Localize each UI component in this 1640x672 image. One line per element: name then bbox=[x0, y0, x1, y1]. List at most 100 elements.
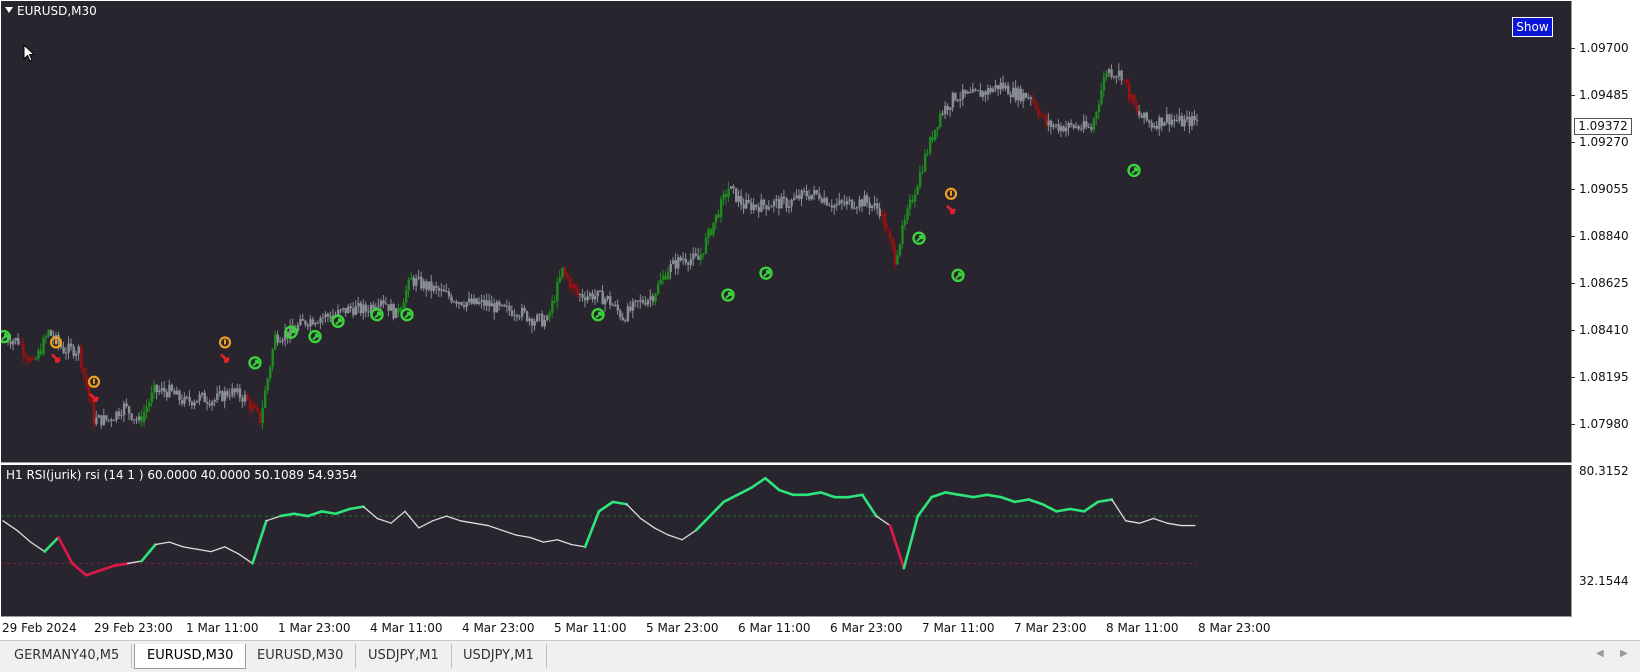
tab-scroll-left-icon[interactable]: ◀ bbox=[1596, 648, 1604, 659]
candle bbox=[724, 189, 728, 205]
candle-body bbox=[27, 357, 30, 362]
candle bbox=[767, 200, 771, 211]
candle-body bbox=[893, 246, 897, 265]
price-chart[interactable]: EURUSD,M30 Show 1.09372 1.09700 1.09485 1.… bbox=[1, 1, 1632, 463]
candle bbox=[301, 313, 305, 321]
candle bbox=[195, 400, 199, 403]
rsi-indicator-canvas[interactable] bbox=[1, 465, 1571, 616]
rsi-line-segment bbox=[708, 500, 726, 518]
candle bbox=[646, 298, 650, 308]
candle bbox=[682, 252, 685, 265]
candle-body bbox=[858, 199, 861, 208]
candle-body bbox=[833, 205, 836, 208]
candle-body bbox=[903, 219, 907, 226]
chart-tab[interactable]: EURUSD,M30 bbox=[245, 644, 357, 668]
candle bbox=[238, 384, 242, 403]
chart-tab[interactable]: USDJPY,M1 bbox=[356, 644, 452, 668]
candle-body bbox=[150, 392, 154, 403]
candle bbox=[1133, 94, 1136, 107]
candle-body bbox=[729, 186, 733, 189]
rsi-line-segment bbox=[265, 515, 281, 522]
candle bbox=[893, 240, 897, 270]
candle-body bbox=[629, 306, 632, 311]
tab-scroll-right-icon[interactable]: ▶ bbox=[1620, 648, 1628, 659]
candle-body bbox=[505, 305, 509, 307]
candle bbox=[115, 410, 118, 424]
candle bbox=[223, 386, 227, 409]
rsi-line-segment bbox=[445, 515, 462, 522]
candle bbox=[442, 285, 446, 292]
candle bbox=[422, 278, 426, 292]
candle bbox=[450, 293, 453, 304]
candle bbox=[1004, 82, 1007, 92]
candle-body bbox=[735, 188, 738, 202]
candle bbox=[510, 305, 514, 317]
candle-body bbox=[1002, 82, 1005, 89]
candle bbox=[271, 347, 274, 372]
candle-body bbox=[493, 303, 496, 313]
candle-body bbox=[669, 263, 672, 272]
candle-body bbox=[966, 91, 970, 94]
rsi-line-segment bbox=[902, 514, 920, 570]
chart-symbol-label[interactable]: EURUSD,M30 bbox=[5, 4, 97, 18]
time-label: 7 Mar 23:00 bbox=[1014, 621, 1087, 635]
chart-tab[interactable]: USDJPY,M1 bbox=[451, 644, 547, 668]
candle bbox=[651, 293, 655, 306]
candle bbox=[626, 303, 630, 323]
candle bbox=[185, 395, 189, 400]
candle bbox=[921, 165, 924, 175]
candle-body bbox=[228, 395, 232, 397]
candle-body bbox=[672, 260, 675, 264]
rsi-line-segment bbox=[2, 520, 18, 531]
candle bbox=[558, 269, 562, 284]
terminal-window: EURUSD,M30 Show 1.09372 1.09700 1.09485 1.… bbox=[0, 0, 1640, 672]
rsi-line-segment bbox=[944, 491, 961, 497]
candle bbox=[871, 204, 874, 212]
candle-body bbox=[488, 300, 491, 307]
candle-body bbox=[112, 420, 116, 422]
candle-body bbox=[876, 203, 879, 209]
candle bbox=[427, 281, 431, 292]
candle bbox=[747, 194, 751, 204]
candle bbox=[971, 82, 975, 93]
candle-body bbox=[457, 302, 461, 304]
candle-body bbox=[445, 291, 448, 293]
rsi-indicator-panel[interactable]: H1 RSI(jurik) rsi (14 1 ) 60.0000 40.000… bbox=[1, 464, 1629, 617]
price-chart-canvas[interactable] bbox=[1, 1, 1571, 462]
candle-body bbox=[1115, 76, 1118, 78]
candle bbox=[908, 194, 912, 217]
candle bbox=[150, 385, 154, 407]
candle bbox=[1188, 111, 1191, 134]
rsi-line-segment bbox=[196, 548, 212, 553]
candle bbox=[316, 320, 320, 324]
candle-body bbox=[349, 306, 353, 309]
candle-body bbox=[513, 315, 516, 317]
candle-body bbox=[170, 384, 174, 391]
candle-body bbox=[208, 403, 211, 406]
chart-tab[interactable]: EURUSD,M30 bbox=[134, 644, 247, 669]
candle-body bbox=[85, 373, 88, 386]
candle-body bbox=[961, 89, 965, 100]
rsi-line-segment bbox=[418, 520, 434, 529]
candle bbox=[659, 272, 662, 285]
chart-tab[interactable]: GERMANY40,M5 bbox=[2, 644, 133, 668]
show-button[interactable]: Show bbox=[1512, 17, 1553, 37]
caret-down-icon[interactable] bbox=[5, 7, 13, 13]
candle-body bbox=[770, 206, 773, 208]
candle-body bbox=[798, 195, 801, 199]
candle-body bbox=[1037, 109, 1040, 116]
rsi-line-segment bbox=[777, 488, 795, 497]
candle bbox=[263, 386, 267, 409]
candle-body bbox=[364, 304, 368, 312]
candle bbox=[125, 398, 128, 409]
candle bbox=[14, 337, 17, 345]
candle bbox=[1135, 98, 1138, 116]
candle bbox=[732, 184, 735, 194]
candle bbox=[578, 292, 582, 302]
candle bbox=[1105, 69, 1108, 82]
candle bbox=[148, 398, 151, 413]
candle-body bbox=[218, 391, 222, 394]
candle-body bbox=[1054, 124, 1058, 126]
candle-body bbox=[649, 296, 652, 300]
candle bbox=[231, 383, 234, 398]
